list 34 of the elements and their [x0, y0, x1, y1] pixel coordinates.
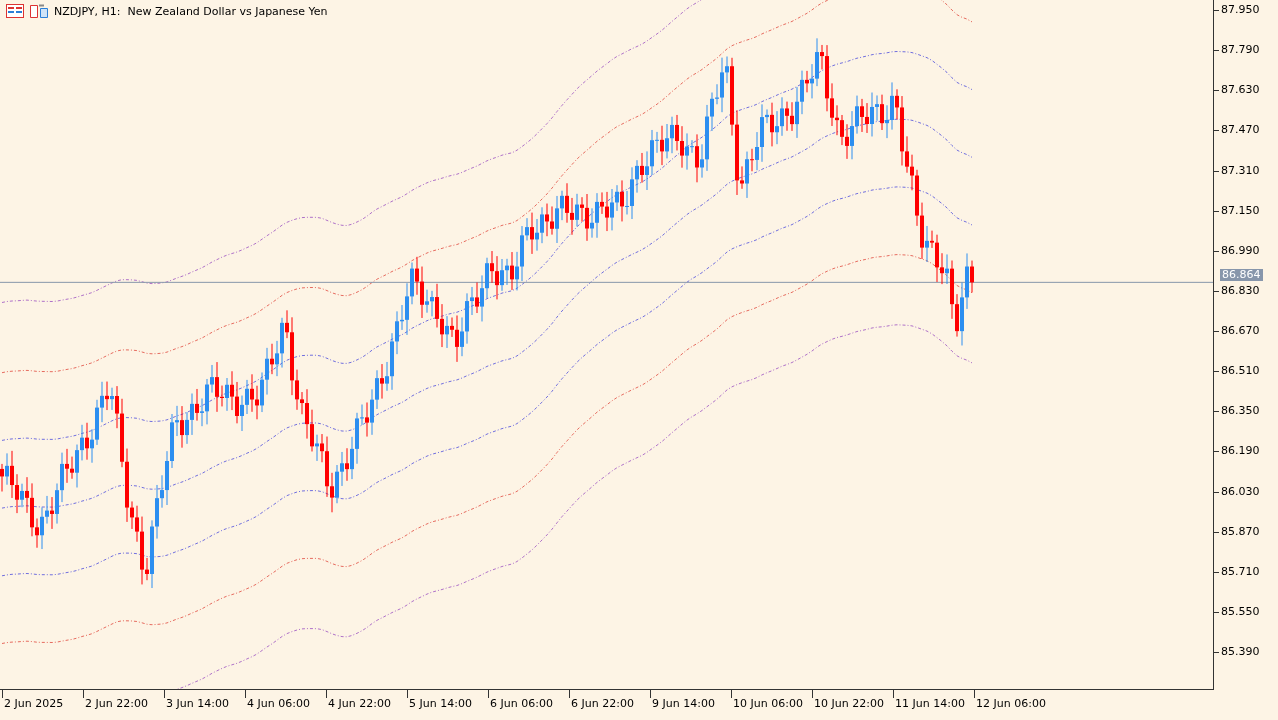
time-label: 10 Jun 06:00 — [733, 697, 803, 710]
time-label: 11 Jun 14:00 — [895, 697, 965, 710]
list-icon[interactable] — [6, 4, 24, 18]
price-label: 87.950 — [1221, 3, 1260, 17]
price-label: 86.510 — [1221, 364, 1260, 379]
price-label: 86.350 — [1221, 404, 1260, 419]
window-icon[interactable] — [30, 4, 48, 18]
price-label: 87.310 — [1221, 163, 1260, 178]
price-label: 86.990 — [1221, 243, 1260, 258]
price-label: 87.150 — [1221, 203, 1260, 218]
time-label: 3 Jun 14:00 — [166, 697, 229, 710]
price-label: 86.190 — [1221, 444, 1260, 459]
price-label: 85.710 — [1221, 564, 1260, 579]
price-label: 85.550 — [1221, 604, 1260, 619]
time-label: 5 Jun 14:00 — [409, 697, 472, 710]
time-label: 4 Jun 22:00 — [328, 697, 391, 710]
time-label: 12 Jun 06:00 — [976, 697, 1046, 710]
price-label: 87.470 — [1221, 123, 1260, 138]
price-label: 86.030 — [1221, 484, 1260, 499]
time-label: 6 Jun 22:00 — [571, 697, 634, 710]
current-price-tag: 86.864 — [1220, 269, 1263, 282]
time-label: 9 Jun 14:00 — [652, 697, 715, 710]
time-label: 6 Jun 06:00 — [490, 697, 553, 710]
time-label: 4 Jun 06:00 — [247, 697, 310, 710]
price-label: 86.830 — [1221, 283, 1260, 298]
chart-title: NZDJPY, H1: New Zealand Dollar vs Japanese Yen — [54, 4, 328, 18]
price-label: 85.390 — [1221, 645, 1260, 659]
time-label: 2 Jun 2025 — [4, 697, 64, 710]
time-label: 2 Jun 22:00 — [85, 697, 148, 710]
price-label: 86.670 — [1221, 324, 1260, 338]
time-label: 10 Jun 22:00 — [814, 697, 884, 710]
price-label: 87.630 — [1221, 83, 1260, 98]
price-label: 87.790 — [1221, 43, 1260, 58]
price-label: 85.870 — [1221, 524, 1260, 539]
